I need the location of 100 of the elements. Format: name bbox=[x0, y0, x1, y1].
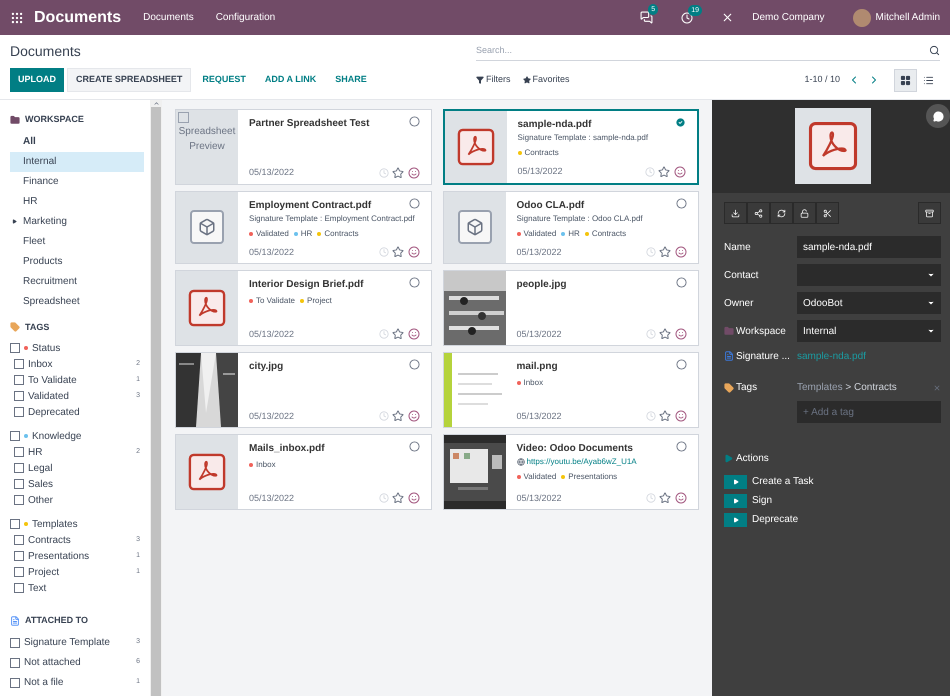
smiley-icon[interactable] bbox=[675, 492, 687, 504]
star-icon[interactable] bbox=[392, 328, 404, 340]
star-icon[interactable] bbox=[659, 328, 671, 340]
document-card[interactable]: Mails_inbox.pdf Inbox 05/13/2022 bbox=[175, 434, 432, 510]
document-card[interactable]: Interior Design Brief.pdf To Validate Project 05/13/2022 bbox=[175, 270, 432, 346]
star-icon[interactable] bbox=[392, 410, 404, 422]
action-label[interactable]: Deprecate bbox=[752, 512, 798, 527]
action-label[interactable]: Sign bbox=[752, 493, 772, 508]
checkbox[interactable] bbox=[14, 407, 24, 417]
company-switcher[interactable]: Demo Company bbox=[752, 10, 825, 25]
play-button[interactable] bbox=[724, 474, 747, 488]
select-circle-icon[interactable] bbox=[408, 359, 420, 370]
messages-icon[interactable] bbox=[640, 11, 654, 24]
scrollbar[interactable] bbox=[150, 100, 162, 696]
kanban-view-button[interactable] bbox=[894, 68, 917, 92]
star-icon[interactable] bbox=[658, 166, 670, 178]
favorites-button[interactable]: Favorites bbox=[522, 73, 570, 87]
checkbox[interactable] bbox=[14, 583, 24, 593]
pager-value[interactable]: 1-10 / 10 bbox=[804, 73, 840, 87]
toolbar-button[interactable]: SHARE bbox=[327, 68, 375, 92]
selected-icon[interactable] bbox=[675, 117, 686, 128]
toolbar-button[interactable]: UPLOAD bbox=[10, 68, 64, 92]
checkbox[interactable] bbox=[14, 479, 24, 489]
archive-button[interactable] bbox=[918, 202, 941, 224]
user-menu[interactable]: Mitchell Admin bbox=[876, 10, 940, 25]
workspace-item[interactable]: Fleet bbox=[10, 232, 144, 252]
chat-button[interactable] bbox=[926, 104, 950, 128]
workspace-item[interactable]: Finance bbox=[10, 172, 144, 192]
select-circle-icon[interactable] bbox=[676, 198, 687, 208]
workspace-item[interactable]: Spreadsheet bbox=[10, 292, 144, 312]
search-field[interactable]: Search... bbox=[476, 44, 929, 58]
star-icon[interactable] bbox=[392, 166, 404, 179]
activity-icon[interactable] bbox=[681, 12, 694, 24]
replace-button[interactable] bbox=[770, 202, 793, 224]
select-circle-icon[interactable] bbox=[676, 359, 687, 370]
workspace-item[interactable]: Internal bbox=[10, 152, 144, 172]
toolbar-button[interactable]: ADD A LINK bbox=[256, 68, 324, 92]
share-button[interactable] bbox=[747, 202, 770, 224]
checkbox[interactable] bbox=[10, 658, 20, 668]
scroll-up-icon[interactable] bbox=[152, 100, 160, 107]
name-field[interactable]: sample-nda.pdf bbox=[797, 236, 941, 258]
action-label[interactable]: Create a Task bbox=[752, 474, 814, 489]
select-circle-icon[interactable] bbox=[676, 277, 687, 288]
checkbox[interactable] bbox=[14, 567, 24, 577]
cross-icon[interactable] bbox=[721, 11, 734, 24]
split-button[interactable] bbox=[816, 202, 839, 224]
smiley-icon[interactable] bbox=[408, 492, 420, 504]
add-tag-field[interactable]: + Add a tag bbox=[797, 401, 941, 423]
checkbox[interactable] bbox=[10, 638, 20, 648]
workspace-item[interactable]: Products bbox=[10, 252, 144, 272]
checkbox[interactable] bbox=[14, 447, 24, 457]
document-card[interactable]: people.jpg 05/13/2022 bbox=[442, 270, 699, 346]
workspace-item[interactable]: Recruitment bbox=[10, 272, 144, 292]
checkbox[interactable] bbox=[14, 535, 24, 545]
checkbox[interactable] bbox=[10, 519, 20, 529]
document-card[interactable]: city.jpg 05/13/2022 bbox=[175, 352, 432, 428]
document-card[interactable]: mail.png Inbox 05/13/2022 bbox=[442, 352, 699, 428]
document-card[interactable]: Video: Odoo Documents https://youtu.be/Ayab6wZ_U1A Validated Presentations 05/13/2022 bbox=[442, 434, 699, 510]
smiley-icon[interactable] bbox=[675, 246, 687, 258]
smiley-icon[interactable] bbox=[408, 246, 420, 258]
owner-select[interactable]: OdooBot bbox=[797, 292, 941, 314]
workspace-item[interactable]: HR bbox=[10, 192, 144, 212]
document-card[interactable]: Odoo CLA.pdf Signature Template : Odoo CLA.pdf Validated HR Contracts 05/13/2022 bbox=[442, 190, 699, 264]
document-card[interactable]: Spreadsheet Preview Partner Spreadsheet Test 05/13/2022 bbox=[175, 109, 432, 184]
checkbox[interactable] bbox=[14, 495, 24, 505]
smiley-icon[interactable] bbox=[675, 328, 687, 340]
star-icon[interactable] bbox=[659, 410, 671, 422]
select-circle-icon[interactable] bbox=[408, 116, 420, 127]
select-circle-icon[interactable] bbox=[408, 441, 420, 452]
menu-item[interactable]: Documents bbox=[143, 10, 194, 25]
star-icon[interactable] bbox=[659, 492, 671, 504]
star-icon[interactable] bbox=[392, 246, 404, 258]
smiley-icon[interactable] bbox=[674, 166, 686, 178]
play-button[interactable] bbox=[724, 512, 747, 526]
checkbox[interactable] bbox=[10, 431, 20, 441]
document-card[interactable]: sample-nda.pdf Signature Template : sample-nda.pdf Contracts 05/13/2022 bbox=[442, 109, 699, 184]
checkbox[interactable] bbox=[10, 343, 20, 353]
smiley-icon[interactable] bbox=[675, 410, 687, 422]
smiley-icon[interactable] bbox=[408, 410, 420, 422]
select-circle-icon[interactable] bbox=[408, 198, 420, 208]
search-icon[interactable] bbox=[929, 45, 940, 56]
workspace-item[interactable]: Marketing bbox=[10, 212, 144, 232]
smiley-icon[interactable] bbox=[408, 166, 420, 179]
checkbox[interactable] bbox=[14, 551, 24, 561]
select-circle-icon[interactable] bbox=[408, 277, 420, 288]
document-card[interactable]: Employment Contract.pdf Signature Template : Employment Contract.pdf Validated HR Contracts 05/13/2022 bbox=[175, 190, 432, 264]
star-icon[interactable] bbox=[392, 492, 404, 504]
workspace-item[interactable]: All bbox=[10, 132, 144, 152]
checkbox[interactable] bbox=[14, 375, 24, 385]
toolbar-button[interactable]: CREATE SPREADSHEET bbox=[67, 68, 192, 92]
checkbox[interactable] bbox=[14, 391, 24, 401]
smiley-icon[interactable] bbox=[408, 328, 420, 340]
document-link[interactable]: https://youtu.be/Ayab6wZ_U1A bbox=[516, 456, 687, 468]
checkbox[interactable] bbox=[14, 463, 24, 473]
app-title[interactable]: Documents bbox=[34, 6, 122, 30]
star-icon[interactable] bbox=[659, 246, 671, 258]
play-button[interactable] bbox=[724, 494, 747, 508]
apps-menu-icon[interactable] bbox=[10, 10, 24, 24]
workspace-select[interactable]: Internal bbox=[797, 320, 941, 342]
filters-button[interactable]: Filters bbox=[476, 73, 510, 87]
